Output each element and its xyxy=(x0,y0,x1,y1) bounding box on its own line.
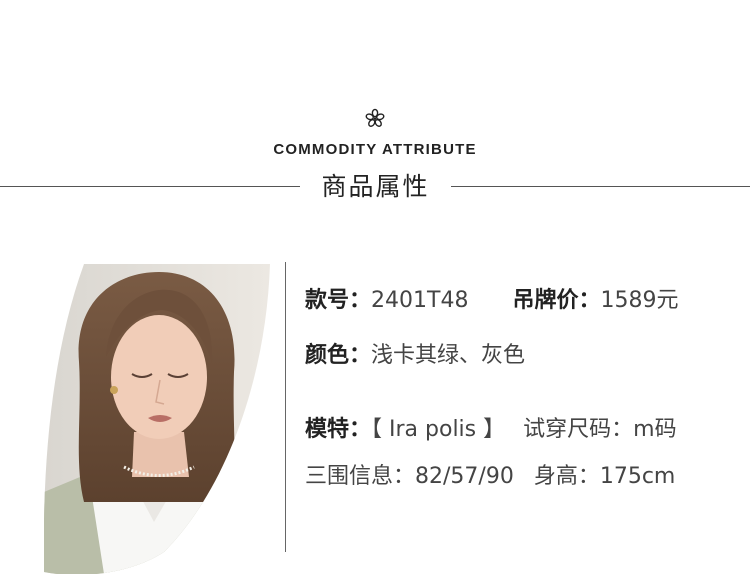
measurements-label: 三围信息： xyxy=(305,464,416,489)
model-value: 【 Ira polis 】 xyxy=(371,417,506,442)
height-label: 身高： xyxy=(533,464,600,489)
divider-right xyxy=(451,186,750,187)
model-photo xyxy=(44,264,270,574)
height-value: 175cm xyxy=(599,464,676,489)
style-no-value: 2401T48 xyxy=(371,288,469,313)
color-label: 颜色： xyxy=(305,343,372,368)
color-value: 浅卡其绿、灰色 xyxy=(371,343,526,368)
attr-row-measurements: 三围信息：82/57/90 身高：175cm xyxy=(305,458,675,490)
divider-left xyxy=(0,186,300,187)
price-label: 吊牌价： xyxy=(512,288,601,313)
flower-icon xyxy=(365,108,385,127)
attr-row-model: 模特：【 Ira polis 】试穿尺码：m码 xyxy=(305,411,677,443)
size-label: 试穿尺码： xyxy=(523,417,634,442)
attr-row-style-price: 款号：2401T48 吊牌价：1589元 xyxy=(305,282,678,314)
attr-row-color: 颜色：浅卡其绿、灰色 xyxy=(305,337,525,369)
measurements-value: 82/57/90 xyxy=(415,464,514,489)
style-no-label: 款号： xyxy=(305,288,372,313)
price-value: 1589元 xyxy=(600,288,679,313)
size-value: m码 xyxy=(633,417,677,442)
section-title-en: COMMODITY ATTRIBUTE xyxy=(273,141,477,158)
vertical-divider xyxy=(285,262,286,552)
model-label: 模特： xyxy=(305,417,372,442)
section-title-cn: 商品属性 xyxy=(321,172,430,201)
